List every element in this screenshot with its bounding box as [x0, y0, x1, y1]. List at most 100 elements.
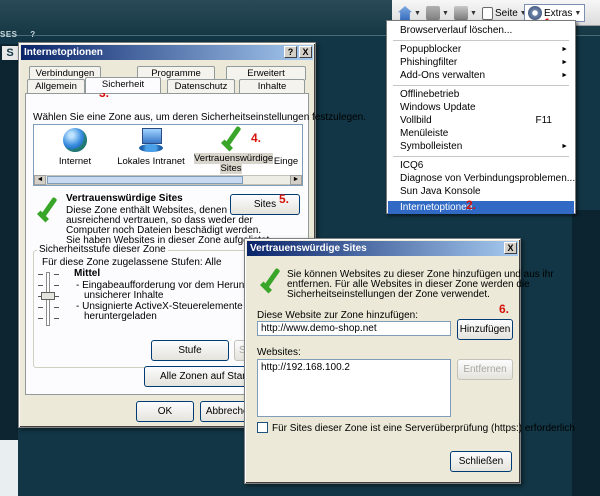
ok-button[interactable]: OK: [136, 401, 194, 422]
menu-item-browserverlauf[interactable]: Browserverlauf löschen...: [388, 24, 574, 37]
site-nav-item[interactable]: ?: [30, 30, 35, 39]
zone-label: Vertrauenswürdige Sites: [194, 153, 274, 174]
site-logo: S: [2, 46, 18, 60]
menu-item-label: Add-Ons verwalten: [400, 70, 486, 81]
zone-list-scrollbar[interactable]: ◄ ►: [34, 175, 302, 185]
remove-site-button[interactable]: Entfernen: [457, 359, 513, 380]
info-line: Sicherheitseinstellungen der Zone verwen…: [287, 289, 490, 300]
scroll-left-icon[interactable]: ◄: [34, 175, 46, 185]
sites-button[interactable]: Sites: [230, 194, 300, 215]
menu-item-vollbild[interactable]: Vollbild F11: [388, 114, 574, 127]
security-level-name: Mittel: [74, 268, 101, 279]
menu-item-diagnose[interactable]: Diagnose von Verbindungsproblemen...: [388, 172, 576, 185]
trusted-sites-dialog: Vertrauenswürdige Sites X Sie können Web…: [244, 238, 575, 484]
menu-item-addons[interactable]: Add-Ons verwalten ►: [388, 69, 574, 82]
menu-item-popupblocker[interactable]: Popupblocker ►: [388, 43, 574, 56]
websites-listbox[interactable]: http://192.168.100.2: [257, 359, 451, 417]
menu-item-symbolleisten[interactable]: Symbolleisten ►: [388, 140, 574, 153]
help-button[interactable]: ?: [284, 46, 297, 58]
menu-item-offlinebetrieb[interactable]: Offlinebetrieb: [388, 88, 574, 101]
extras-dropdown-menu: Browserverlauf löschen... Popupblocker ► …: [386, 20, 576, 214]
menu-separator: [393, 85, 569, 86]
close-button[interactable]: X: [504, 242, 517, 254]
dialog-title: Vertrauenswürdige Sites: [250, 243, 367, 254]
tab-allgemein[interactable]: Allgemein: [27, 79, 85, 93]
tab-sicherheit[interactable]: Sicherheit: [85, 77, 161, 93]
annotation-step-6: 6.: [499, 302, 510, 316]
slider-tick: [54, 274, 59, 275]
selected-zone-title: Vertrauenswürdige Sites: [66, 193, 183, 204]
scroll-right-icon[interactable]: ►: [290, 175, 302, 185]
add-site-input[interactable]: http://www.demo-shop.net: [257, 321, 451, 336]
custom-level-button[interactable]: Stufe anpassen...: [151, 340, 229, 375]
tab-erweitert[interactable]: Erweitert: [226, 66, 306, 80]
dialog-titlebar: Internetoptionen ? X: [21, 45, 313, 60]
menu-item-label: Popupblocker: [400, 44, 462, 55]
submenu-arrow-icon: ►: [561, 72, 568, 79]
menu-separator: [393, 40, 569, 41]
scroll-thumb[interactable]: [47, 176, 243, 184]
https-checkbox[interactable]: [257, 422, 268, 433]
close-dialog-button[interactable]: Schließen: [450, 451, 512, 472]
zone-restricted-sites[interactable]: Einge: [266, 128, 306, 167]
menu-item-menueleiste[interactable]: Menüleiste: [388, 127, 574, 140]
annotation-step-4: 4.: [251, 131, 262, 145]
site-nav-item[interactable]: SES: [0, 30, 18, 39]
tab-datenschutz[interactable]: Datenschutz: [167, 79, 235, 93]
menu-item-label: Vollbild: [400, 115, 432, 126]
menu-item-phishingfilter[interactable]: Phishingfilter ►: [388, 56, 574, 69]
slider-tick: [54, 285, 59, 286]
security-level-detail: unsicherer Inhalte: [84, 290, 164, 301]
zone-label: Lokales Intranet: [117, 156, 185, 167]
chevron-down-icon: ▼: [574, 9, 582, 17]
menu-item-label: Internetoptionen: [400, 202, 473, 213]
security-level-slider-thumb[interactable]: [41, 292, 55, 300]
zone-list: Internet Lokales Intranet Vertrauenswürd…: [33, 124, 303, 186]
menu-item-label: Windows Update: [400, 102, 476, 113]
checkmark-icon: [216, 125, 246, 153]
submenu-arrow-icon: ►: [561, 46, 568, 53]
menu-item-label: Menüleiste: [400, 128, 449, 139]
zone-internet[interactable]: Internet: [38, 128, 112, 167]
menu-item-java-konsole[interactable]: Sun Java Konsole: [388, 185, 574, 198]
slider-tick: [54, 307, 59, 308]
chevron-down-icon: ▼: [414, 9, 421, 17]
menu-item-label: Phishingfilter: [400, 57, 458, 68]
menu-item-internetoptionen[interactable]: Internetoptionen: [388, 201, 574, 214]
page-icon: [482, 6, 493, 20]
menu-item-label: Diagnose von Verbindungsproblemen...: [400, 173, 576, 184]
menu-separator: [393, 156, 569, 157]
add-site-label: Diese Website zur Zone hinzufügen:: [257, 310, 419, 321]
annotation-step-2: 2.: [466, 198, 477, 212]
slider-tick: [38, 285, 43, 286]
checkmark-icon: [34, 196, 60, 220]
https-checkbox-label: Für Sites dieser Zone ist eine Serverübe…: [272, 423, 575, 434]
dialog-title: Internetoptionen: [24, 47, 103, 58]
menu-item-label: Browserverlauf löschen...: [400, 25, 513, 36]
computer-network-icon: [139, 128, 163, 152]
close-button[interactable]: X: [299, 46, 312, 58]
menu-item-label: Symbolleisten: [400, 141, 463, 152]
slider-tick: [38, 318, 43, 319]
slider-tick: [38, 274, 43, 275]
zone-label: Internet: [58, 156, 92, 167]
home-icon: [398, 6, 412, 20]
menu-item-icq6[interactable]: ICQ6: [388, 159, 574, 172]
security-level-group-title: Sicherheitsstufe dieser Zone: [37, 244, 168, 255]
list-item[interactable]: http://192.168.100.2: [261, 362, 447, 373]
dialog-titlebar: Vertrauenswürdige Sites X: [247, 241, 518, 256]
menu-item-label: Sun Java Konsole: [400, 186, 481, 197]
submenu-arrow-icon: ►: [561, 59, 568, 66]
zone-label: Einge: [273, 156, 299, 167]
site-right-panel: [572, 210, 600, 496]
checkmark-icon: [257, 267, 283, 291]
menu-item-windows-update[interactable]: Windows Update: [388, 101, 574, 114]
add-site-button[interactable]: Hinzufügen: [457, 319, 513, 340]
websites-label: Websites:: [257, 347, 301, 358]
tab-inhalte[interactable]: Inhalte: [239, 79, 305, 93]
page-menu-label: Seite: [495, 7, 518, 19]
rss-feed-icon: [426, 6, 440, 20]
zone-local-intranet[interactable]: Lokales Intranet: [114, 128, 188, 167]
slider-tick: [38, 307, 43, 308]
globe-icon: [63, 128, 87, 152]
